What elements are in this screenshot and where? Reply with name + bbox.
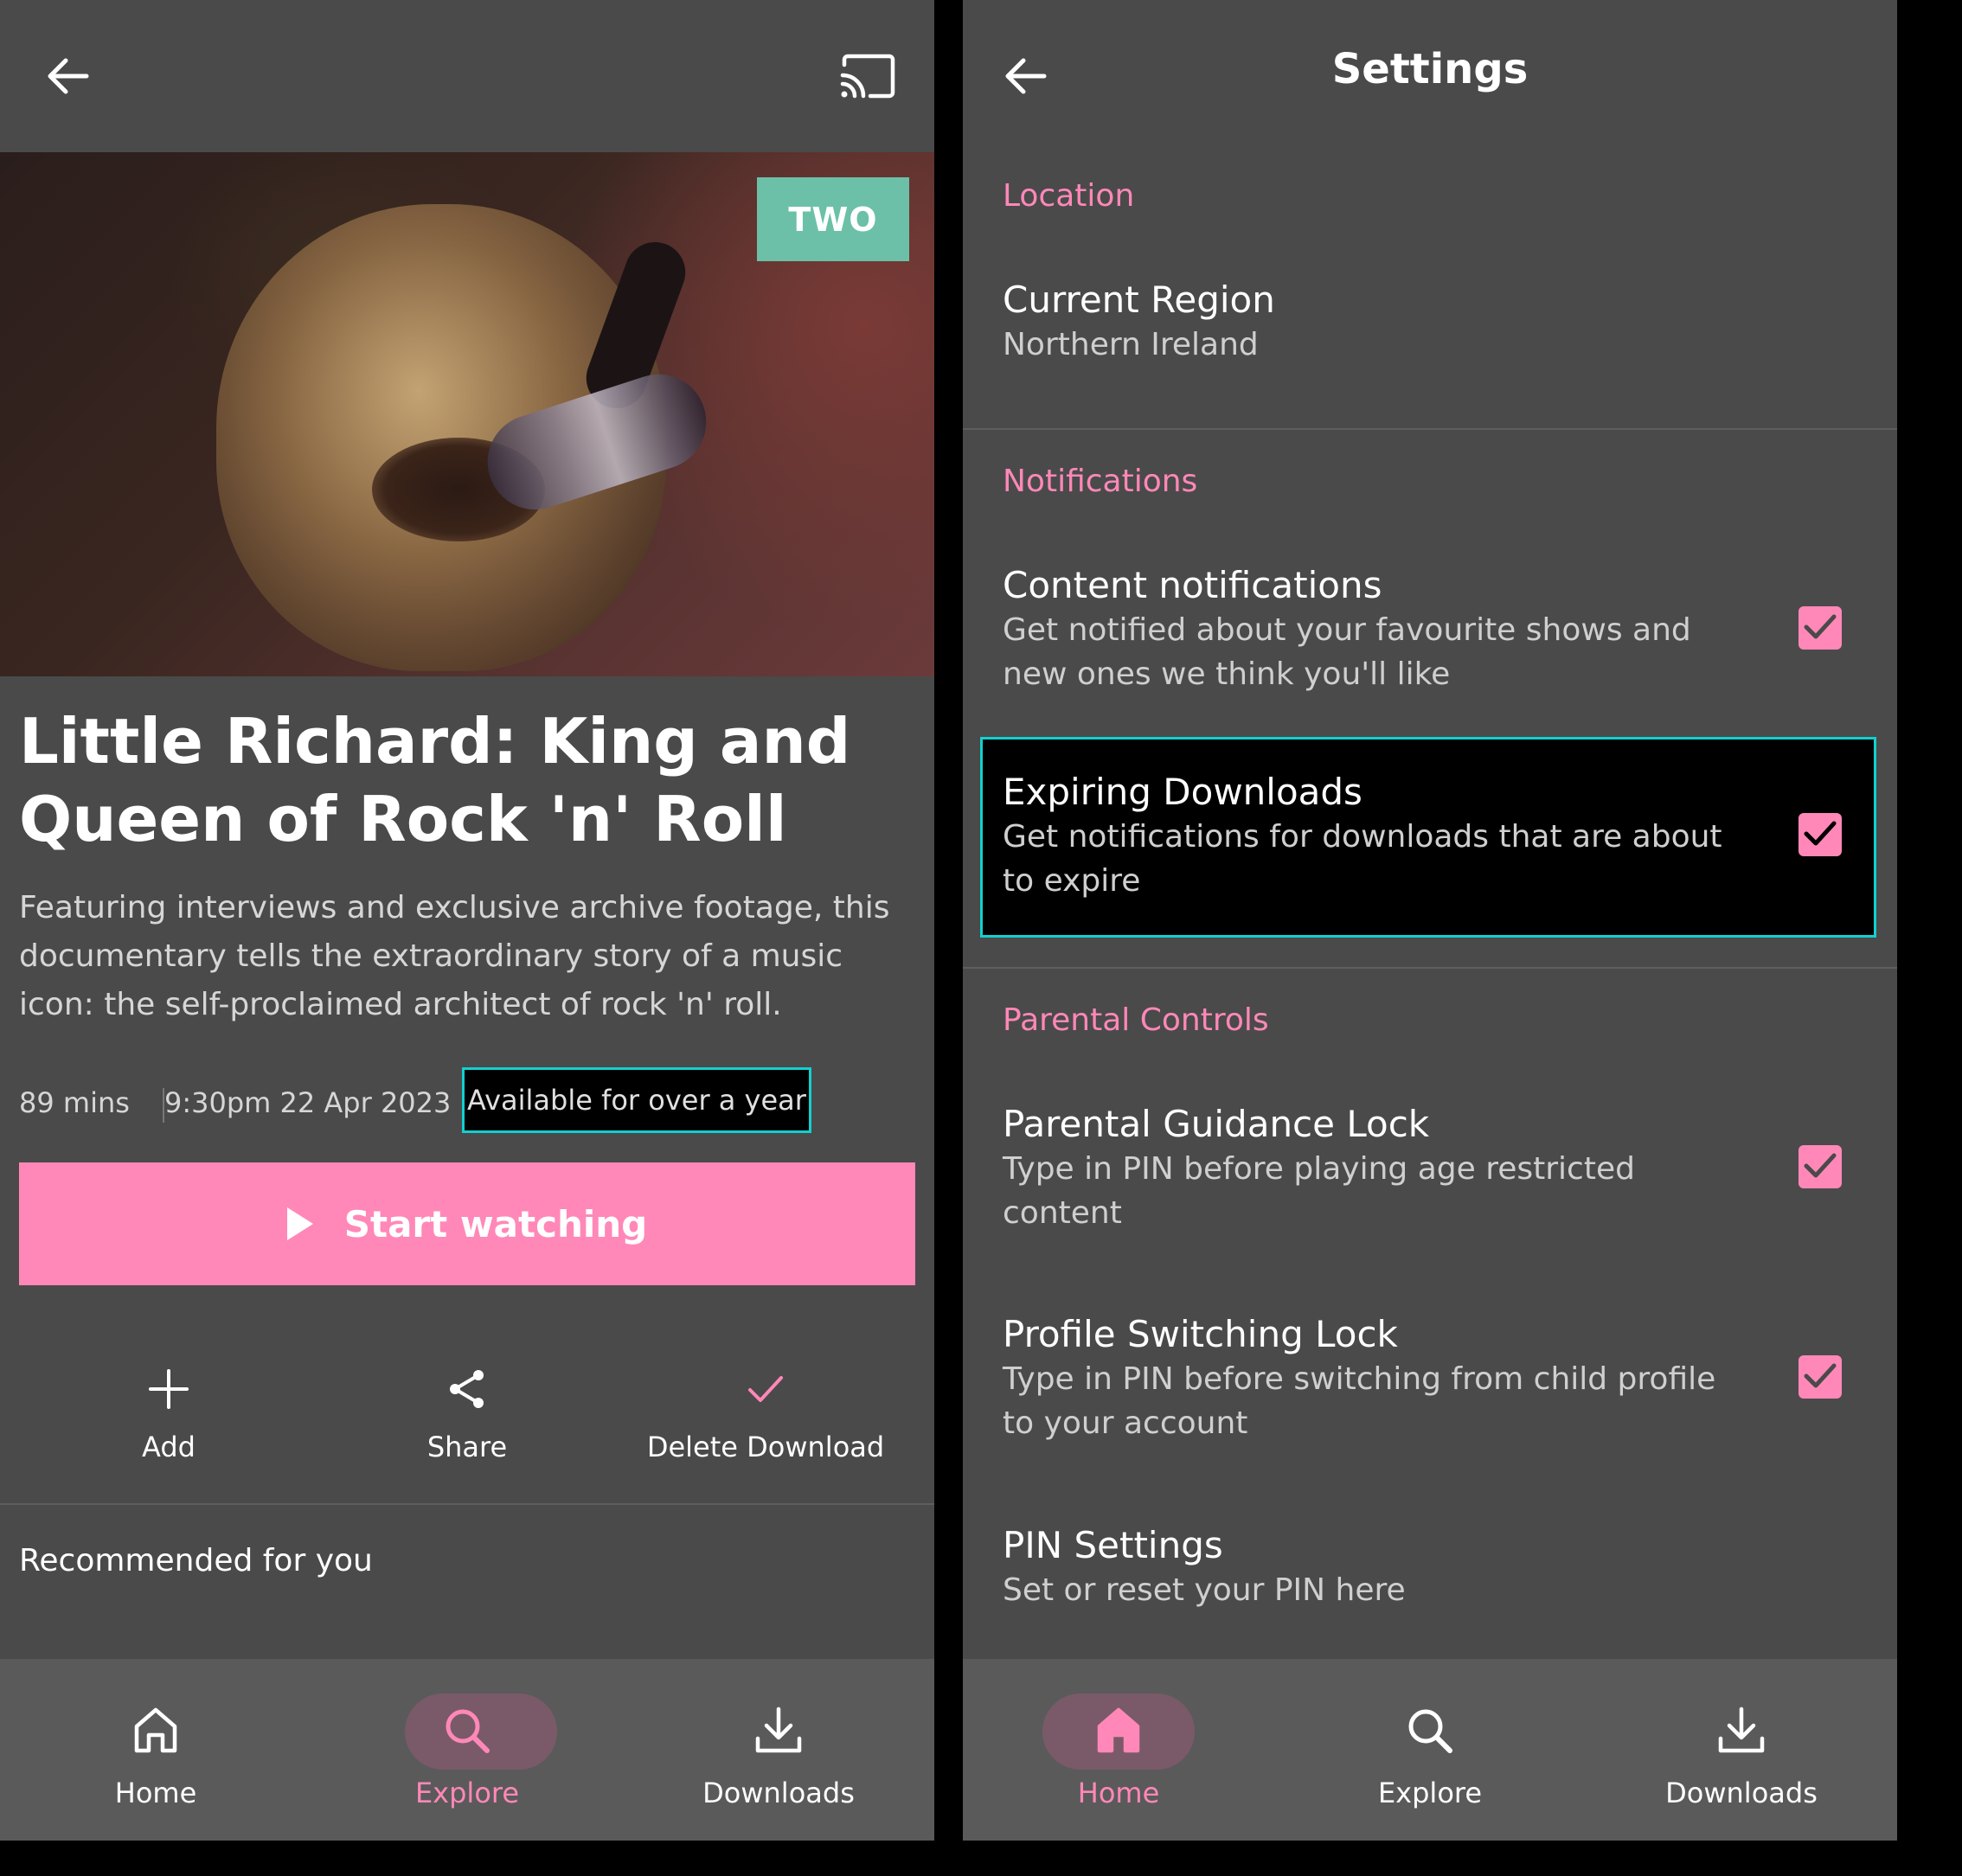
download-icon <box>753 1706 804 1759</box>
bottom-navigation: Home Explore Downloads <box>963 1659 1897 1841</box>
setting-title: PIN Settings <box>1003 1524 1223 1566</box>
search-icon <box>1405 1706 1455 1759</box>
setting-subtitle: Get notified about your favourite shows … <box>1003 612 1691 692</box>
profile-switching-lock-row[interactable]: Profile Switching Lock Type in PIN befor… <box>963 1285 1897 1458</box>
nav-home-label: Home <box>1077 1777 1160 1809</box>
setting-title: Profile Switching Lock <box>1003 1313 1398 1355</box>
delete-download-button[interactable]: Delete Download <box>619 1341 913 1470</box>
share-icon <box>447 1367 487 1414</box>
search-icon <box>442 1706 492 1759</box>
page-title: Settings <box>1331 45 1529 93</box>
duration-text: 89 mins <box>19 1086 130 1119</box>
programme-screen: TWO Little Richard: King and Queen of Ro… <box>0 0 934 1841</box>
availability-chip[interactable]: Available for over a year <box>462 1067 811 1133</box>
cast-icon <box>839 53 896 99</box>
setting-subtitle: Type in PIN before playing age restricte… <box>1003 1151 1635 1231</box>
section-notifications: Notifications <box>1003 464 1198 499</box>
programme-meta: 89 mins 9:30pm 22 Apr 2023 Available for… <box>19 1067 919 1136</box>
nav-downloads[interactable]: Downloads <box>1586 1659 1897 1841</box>
nav-explore[interactable]: Explore <box>311 1659 623 1841</box>
setting-title: Expiring Downloads <box>1003 771 1362 813</box>
section-divider <box>963 428 1897 430</box>
nav-explore[interactable]: Explore <box>1274 1659 1586 1841</box>
nav-explore-label: Explore <box>414 1777 520 1809</box>
nav-downloads-label: Downloads <box>702 1777 855 1809</box>
start-watching-button[interactable]: Start watching <box>19 1162 915 1285</box>
availability-text: Available for over a year <box>467 1084 806 1117</box>
share-button[interactable]: Share <box>320 1341 614 1470</box>
channel-badge: TWO <box>757 177 909 261</box>
section-divider <box>0 1503 934 1505</box>
nav-home[interactable]: Home <box>0 1659 311 1841</box>
arrow-left-icon <box>45 57 90 95</box>
content-notifications-checkbox[interactable] <box>1798 606 1842 650</box>
share-label: Share <box>426 1431 508 1463</box>
play-icon <box>286 1207 313 1240</box>
profile-switching-lock-checkbox[interactable] <box>1798 1355 1842 1399</box>
settings-screen: Settings Location Current Region Norther… <box>963 0 1897 1841</box>
setting-title: Parental Guidance Lock <box>1003 1103 1430 1145</box>
setting-title: Content notifications <box>1003 564 1382 606</box>
download-icon <box>1716 1706 1766 1759</box>
section-location: Location <box>1003 178 1135 214</box>
pin-settings-row[interactable]: PIN Settings Set or reset your PIN here <box>963 1496 1897 1635</box>
delete-download-label: Delete Download <box>646 1431 885 1463</box>
check-icon <box>747 1373 785 1408</box>
nav-home[interactable]: Home <box>963 1659 1274 1841</box>
parental-guidance-lock-checkbox[interactable] <box>1798 1145 1842 1188</box>
home-icon <box>1094 1706 1143 1759</box>
setting-title: Current Region <box>1003 279 1275 321</box>
home-icon <box>131 1706 180 1759</box>
setting-subtitle: Get notifications for downloads that are… <box>1003 819 1722 899</box>
setting-subtitle: Type in PIN before switching from child … <box>1003 1361 1716 1441</box>
nav-explore-label: Explore <box>1377 1777 1483 1809</box>
add-button[interactable]: Add <box>22 1341 316 1470</box>
setting-subtitle: Northern Ireland <box>1003 327 1259 362</box>
section-parental-controls: Parental Controls <box>1003 1002 1269 1038</box>
parental-guidance-lock-row[interactable]: Parental Guidance Lock Type in PIN befor… <box>963 1075 1897 1248</box>
programme-description: Featuring interviews and exclusive archi… <box>19 890 890 1022</box>
recommended-heading: Recommended for you <box>19 1543 373 1578</box>
air-time-text: 9:30pm 22 Apr 2023 <box>164 1086 452 1119</box>
plus-icon <box>147 1367 190 1414</box>
nav-downloads[interactable]: Downloads <box>623 1659 934 1841</box>
cast-button[interactable] <box>829 42 907 111</box>
expiring-downloads-checkbox[interactable] <box>1798 813 1842 856</box>
section-divider <box>963 967 1897 969</box>
check-icon <box>1803 819 1837 850</box>
start-watching-label: Start watching <box>343 1202 648 1245</box>
top-app-bar <box>0 0 934 152</box>
check-icon <box>1803 1151 1837 1182</box>
setting-subtitle: Set or reset your PIN here <box>1003 1572 1406 1608</box>
nav-home-label: Home <box>114 1777 197 1809</box>
nav-downloads-label: Downloads <box>1665 1777 1818 1809</box>
back-button[interactable] <box>35 42 100 111</box>
programme-title: Little Richard: King and Queen of Rock '… <box>19 705 851 855</box>
add-label: Add <box>142 1431 196 1463</box>
bottom-navigation: Home Explore Downloads <box>0 1659 934 1841</box>
check-icon <box>1803 1361 1837 1393</box>
settings-app-bar: Settings <box>963 0 1897 152</box>
content-notifications-row[interactable]: Content notifications Get notified about… <box>963 536 1897 709</box>
expiring-downloads-row[interactable]: Expiring Downloads Get notifications for… <box>980 737 1876 938</box>
current-region-row[interactable]: Current Region Northern Ireland <box>963 251 1897 407</box>
check-icon <box>1803 612 1837 643</box>
